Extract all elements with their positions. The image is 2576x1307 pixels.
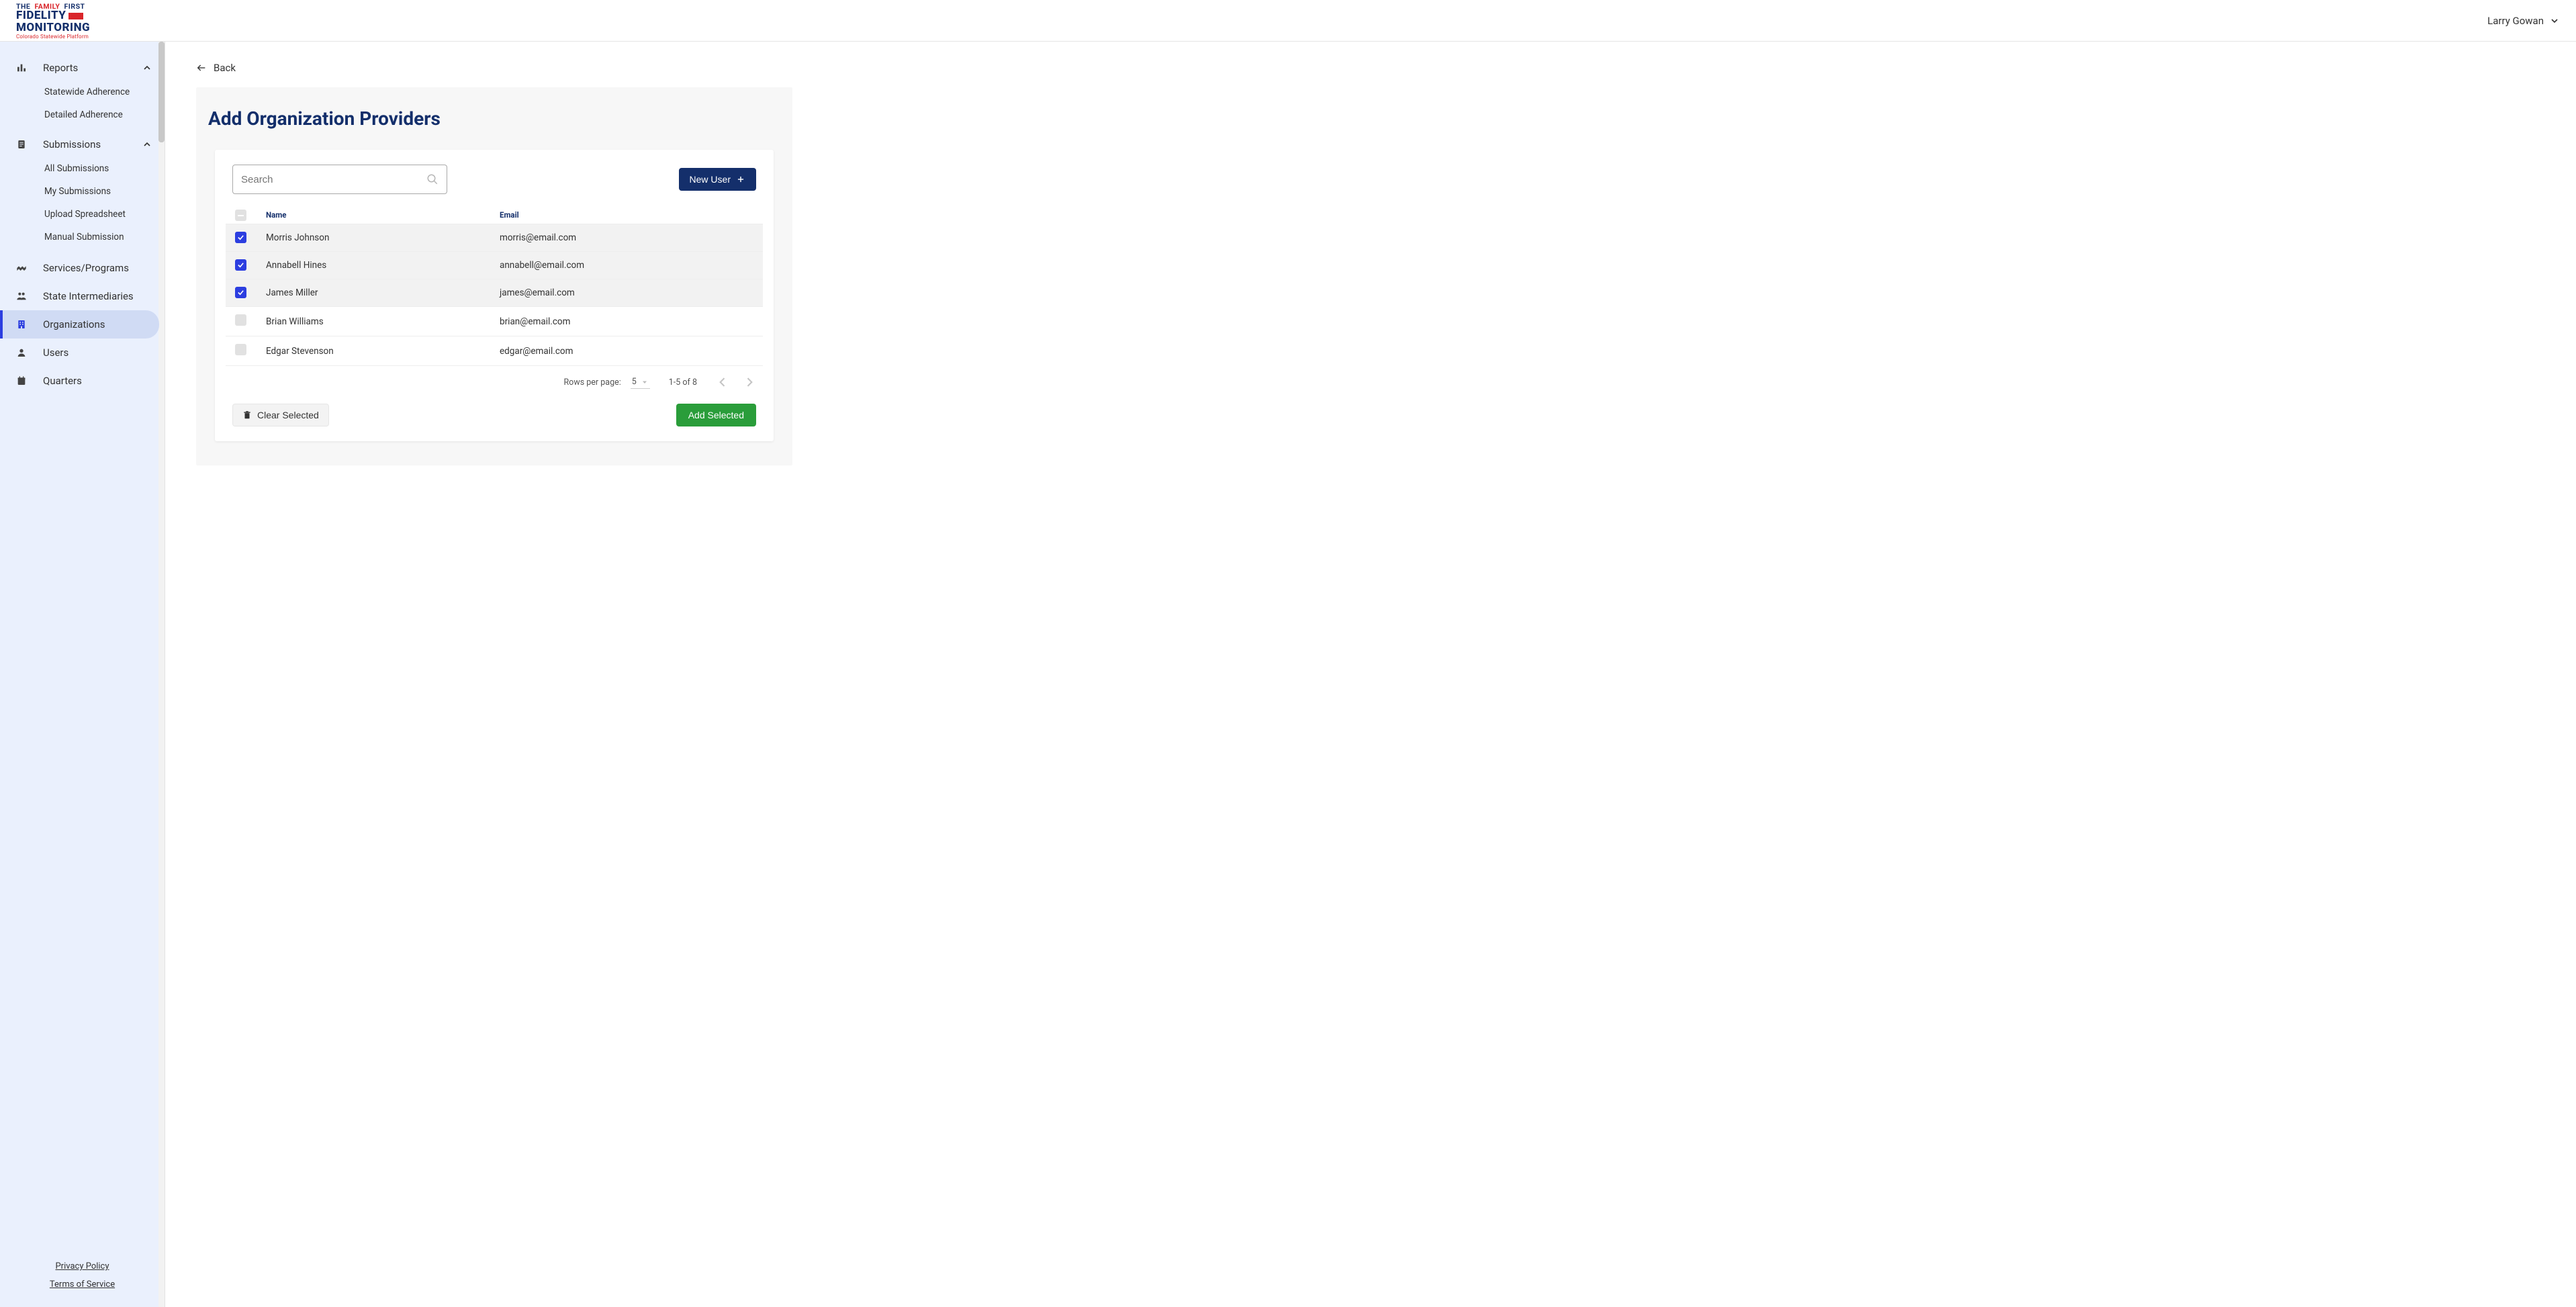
column-header-name[interactable]: Name [258, 206, 492, 224]
sidebar: Reports Statewide Adherence Detailed Adh… [0, 42, 165, 1307]
row-checkbox[interactable] [235, 314, 246, 326]
logo-red-box [68, 13, 83, 19]
back-label: Back [214, 62, 236, 74]
sidebar-section-submissions-label: Submissions [43, 138, 101, 150]
user-menu[interactable]: Larry Gowan [2487, 15, 2560, 27]
pagination: Rows per page: 5 1-5 of 8 [226, 366, 763, 392]
row-checkbox[interactable] [235, 232, 246, 243]
prev-page-button[interactable] [716, 375, 729, 389]
handshake-icon [16, 263, 27, 273]
table-row[interactable]: James Miller james@email.com [226, 279, 763, 307]
cell-email: james@email.com [492, 279, 763, 307]
sidebar-footer: Privacy Policy Terms of Service [0, 1249, 165, 1307]
new-user-label: New User [690, 174, 731, 185]
sidebar-item-state-intermediaries-label: State Intermediaries [43, 290, 134, 302]
cell-name: Edgar Stevenson [258, 336, 492, 366]
sidebar-item-state-intermediaries[interactable]: State Intermediaries [0, 282, 165, 310]
sidebar-section-reports-label: Reports [43, 62, 78, 74]
back-link[interactable]: Back [196, 62, 236, 74]
next-page-button[interactable] [743, 375, 756, 389]
trash-icon [242, 410, 252, 420]
user-icon [16, 347, 27, 358]
dropdown-caret-icon [641, 378, 649, 386]
select-all-checkbox[interactable] [235, 210, 246, 221]
sidebar-section-submissions[interactable]: Submissions [0, 132, 165, 157]
search-icon [426, 173, 439, 185]
building-icon [16, 319, 27, 330]
card-footer-actions: Clear Selected Add Selected [226, 392, 763, 426]
search-input[interactable] [241, 174, 426, 185]
sidebar-section-reports[interactable]: Reports [0, 55, 165, 81]
table-row[interactable]: Brian Williams brian@email.com [226, 307, 763, 336]
sidebar-scrollbar-track[interactable] [158, 42, 165, 1307]
cell-email: morris@email.com [492, 224, 763, 252]
add-selected-button[interactable]: Add Selected [676, 404, 756, 426]
sidebar-item-statewide-adherence[interactable]: Statewide Adherence [0, 81, 165, 103]
row-checkbox[interactable] [235, 259, 246, 271]
terms-of-service-link[interactable]: Terms of Service [0, 1275, 165, 1294]
table-row[interactable]: Edgar Stevenson edgar@email.com [226, 336, 763, 366]
clear-selected-button[interactable]: Clear Selected [232, 404, 329, 426]
row-checkbox[interactable] [235, 287, 246, 298]
privacy-policy-link[interactable]: Privacy Policy [0, 1257, 165, 1275]
sidebar-item-users-label: Users [43, 347, 68, 359]
chevron-up-icon [142, 139, 152, 150]
sidebar-item-services-programs[interactable]: Services/Programs [0, 254, 165, 282]
sidebar-item-manual-submission[interactable]: Manual Submission [0, 226, 165, 249]
page-title: Add Organization Providers [196, 107, 792, 130]
sidebar-item-organizations-label: Organizations [43, 318, 105, 330]
cell-name: Morris Johnson [258, 224, 492, 252]
sidebar-item-upload-spreadsheet[interactable]: Upload Spreadsheet [0, 203, 165, 226]
top-bar: THE FAMILY FIRST FIDELITY MONITORING Col… [0, 0, 2576, 42]
cell-name: Annabell Hines [258, 252, 492, 279]
sidebar-item-quarters[interactable]: Quarters [0, 367, 165, 395]
column-header-email[interactable]: Email [492, 206, 763, 224]
row-checkbox[interactable] [235, 344, 246, 355]
add-selected-label: Add Selected [688, 410, 744, 420]
user-name: Larry Gowan [2487, 15, 2544, 27]
plus-icon [736, 175, 745, 184]
providers-card: New User Name Email [215, 150, 774, 441]
sidebar-item-all-submissions[interactable]: All Submissions [0, 157, 165, 180]
rows-per-page-value: 5 [632, 377, 637, 387]
content-area: Back Add Organization Providers New User [165, 42, 2576, 1307]
rows-per-page-label: Rows per page: [563, 377, 620, 388]
sidebar-item-my-submissions[interactable]: My Submissions [0, 180, 165, 203]
sidebar-item-services-programs-label: Services/Programs [43, 262, 129, 274]
sidebar-item-detailed-adherence[interactable]: Detailed Adherence [0, 103, 165, 126]
calendar-icon [16, 375, 27, 386]
pagination-range: 1-5 of 8 [669, 377, 697, 388]
cell-email: edgar@email.com [492, 336, 763, 366]
cell-email: annabell@email.com [492, 252, 763, 279]
people-group-icon [16, 291, 27, 302]
cell-email: brian@email.com [492, 307, 763, 336]
sidebar-item-quarters-label: Quarters [43, 375, 82, 387]
rows-per-page-select[interactable]: 5 [631, 375, 650, 389]
cell-name: James Miller [258, 279, 492, 307]
cell-name: Brian Williams [258, 307, 492, 336]
new-user-button[interactable]: New User [679, 168, 756, 191]
providers-table: Name Email Morris Johnson morris@email.c… [226, 206, 763, 366]
arrow-left-icon [196, 62, 207, 73]
chevron-up-icon [142, 62, 152, 73]
sidebar-item-users[interactable]: Users [0, 339, 165, 367]
table-row[interactable]: Annabell Hines annabell@email.com [226, 252, 763, 279]
logo-subtitle: Colorado Statewide Platform [16, 34, 90, 40]
bar-chart-icon [16, 62, 27, 73]
chevron-down-icon [2549, 15, 2560, 26]
page-panel: Add Organization Providers New User [196, 87, 792, 465]
table-row[interactable]: Morris Johnson morris@email.com [226, 224, 763, 252]
clear-selected-label: Clear Selected [257, 410, 319, 420]
document-icon [16, 139, 27, 150]
app-logo: THE FAMILY FIRST FIDELITY MONITORING Col… [16, 0, 90, 41]
logo-text-monitoring: MONITORING [16, 22, 90, 34]
sidebar-item-organizations[interactable]: Organizations [0, 310, 159, 339]
search-wrapper[interactable] [232, 165, 447, 194]
card-toolbar: New User [226, 165, 763, 206]
